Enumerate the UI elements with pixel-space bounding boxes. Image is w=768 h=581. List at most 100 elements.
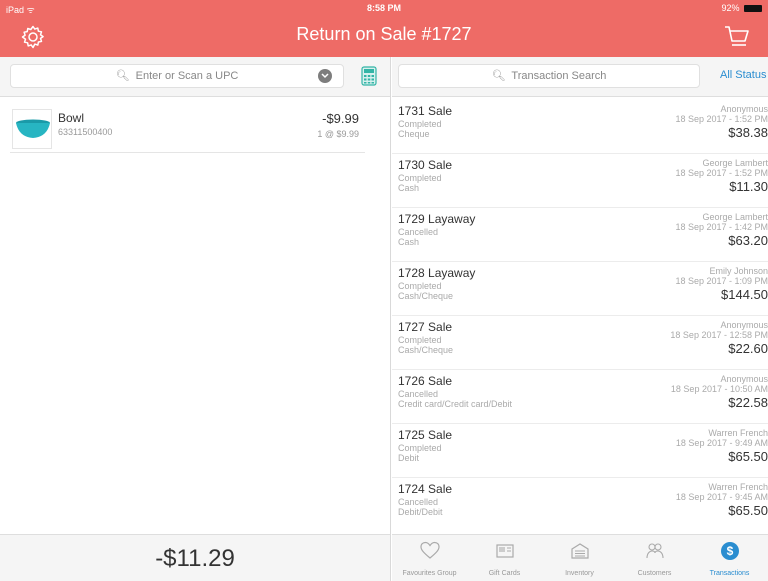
transaction-date: 18 Sep 2017 - 1:52 PM (675, 168, 768, 178)
transaction-row[interactable]: 1728 Layaway Completed Cash/Cheque Emily… (392, 263, 768, 316)
tab-label: Customers (637, 570, 672, 577)
transaction-amount: $63.20 (728, 233, 768, 248)
transaction-status: Completed (398, 173, 442, 183)
transaction-row[interactable]: 1724 Sale Cancelled Debit/Debit Warren F… (392, 479, 768, 529)
transaction-row[interactable]: 1725 Sale Completed Debit Warren French … (392, 425, 768, 478)
transaction-status: Completed (398, 281, 442, 291)
status-filter-button[interactable]: All Status (720, 69, 766, 81)
transaction-customer: Emily Johnson (709, 266, 768, 276)
transaction-payment: Cash/Cheque (398, 345, 454, 355)
tab-inventory[interactable]: Inventory (542, 535, 617, 581)
transaction-row[interactable]: 1726 Sale Cancelled Credit card/Credit c… (392, 371, 768, 424)
upc-options-button[interactable] (318, 69, 332, 83)
transaction-customer: George Lambert (702, 212, 768, 222)
transaction-amount: $65.50 (728, 503, 768, 518)
item-name: Bowl (58, 111, 85, 125)
battery-icon (744, 5, 762, 12)
transaction-row[interactable]: 1730 Sale Completed Cash George Lambert … (392, 155, 768, 208)
transaction-amount: $22.60 (728, 341, 768, 356)
transaction-title: 1731 Sale (398, 104, 453, 118)
page-title: Return on Sale #1727 (296, 24, 472, 44)
battery-percent: 92% (721, 3, 740, 13)
transaction-search-placeholder: Transaction Search (511, 70, 607, 82)
item-price: -$9.99 (322, 111, 359, 126)
transaction-payment: Cash (398, 237, 420, 247)
transaction-title: 1724 Sale (398, 482, 453, 496)
tab-gift-cards[interactable]: Gift Cards (467, 535, 542, 581)
calculator-button[interactable] (361, 66, 377, 86)
transaction-date: 18 Sep 2017 - 1:09 PM (675, 276, 768, 286)
svg-text:$: $ (727, 544, 734, 558)
tab-transactions[interactable]: $ Transactions (692, 535, 767, 581)
transaction-title: 1728 Layaway (398, 266, 476, 280)
transaction-payment: Debit (398, 453, 420, 463)
transaction-payment: Cash (398, 183, 420, 193)
tab-label: Inventory (565, 570, 594, 577)
tab-label: Favourites Group (402, 570, 457, 577)
transaction-customer: Warren French (708, 428, 768, 438)
status-bar: iPad ᯤ 8:58 PM 92% (0, 0, 768, 16)
transaction-amount: $11.30 (729, 179, 768, 194)
transaction-customer: Anonymous (720, 374, 768, 384)
upc-search-bar: 🔍︎ Enter or Scan a UPC (0, 57, 390, 97)
transaction-date: 18 Sep 2017 - 10:50 AM (670, 384, 768, 394)
transaction-customer: Anonymous (720, 104, 768, 114)
transaction-status: Completed (398, 335, 442, 345)
search-icon: 🔍︎ (115, 70, 130, 82)
tab-customers[interactable]: Customers (617, 535, 692, 581)
item-image (12, 109, 52, 149)
transaction-date: 18 Sep 2017 - 9:49 AM (675, 438, 768, 448)
total-amount: -$11.29 (155, 545, 235, 572)
transaction-title: 1727 Sale (398, 320, 453, 334)
transaction-row[interactable]: 1731 Sale Completed Cheque Anonymous 18 … (392, 101, 768, 154)
transaction-date: 18 Sep 2017 - 12:58 PM (670, 330, 768, 340)
transaction-status: Cancelled (398, 227, 439, 237)
cart-icon (725, 26, 749, 46)
cart-item-row[interactable]: Bowl 63311500400 -$9.99 1 @ $9.99 (10, 109, 365, 153)
tab-favourites-group[interactable]: Favourites Group (392, 535, 467, 581)
transaction-payment: Debit/Debit (398, 507, 443, 517)
transaction-status: Completed (398, 443, 442, 453)
transaction-payment: Cash/Cheque (398, 291, 454, 301)
gift-card-icon (496, 544, 514, 558)
transaction-payment: Credit card/Credit card/Debit (398, 399, 513, 409)
transaction-amount: $22.58 (728, 395, 768, 410)
transaction-customer: Warren French (708, 482, 768, 492)
transaction-customer: George Lambert (702, 158, 768, 168)
transaction-status: Completed (398, 119, 442, 129)
transaction-search-bar: 🔍︎ Transaction Search All Status (392, 57, 768, 97)
cart-button[interactable] (724, 25, 750, 49)
transaction-title: 1726 Sale (398, 374, 453, 388)
transaction-payment: Cheque (398, 129, 430, 139)
tab-label: Transactions (709, 570, 750, 577)
transactions-icon: $ (721, 542, 739, 560)
transactions-panel: 🔍︎ Transaction Search All Status 1731 Sa… (392, 57, 768, 581)
item-quantity: 1 @ $9.99 (317, 129, 359, 139)
upc-placeholder: Enter or Scan a UPC (135, 70, 239, 82)
clock: 8:58 PM (366, 3, 401, 13)
transaction-amount: $65.50 (728, 449, 768, 464)
bowl-icon (16, 119, 50, 138)
upc-input[interactable]: 🔍︎ Enter or Scan a UPC (10, 64, 344, 88)
transaction-status: Cancelled (398, 497, 439, 507)
customers-icon (646, 543, 664, 559)
transaction-title: 1730 Sale (398, 158, 453, 172)
inventory-icon (571, 543, 589, 559)
transaction-amount: $144.50 (721, 287, 768, 302)
transaction-date: 18 Sep 2017 - 1:52 PM (675, 114, 768, 124)
transaction-status: Cancelled (398, 389, 439, 399)
transaction-search-input[interactable]: 🔍︎ Transaction Search (398, 64, 700, 88)
transaction-date: 18 Sep 2017 - 1:42 PM (675, 222, 768, 232)
transaction-amount: $38.38 (728, 125, 768, 140)
transaction-date: 18 Sep 2017 - 9:45 AM (675, 492, 768, 502)
search-icon: 🔍︎ (491, 70, 506, 82)
transaction-list[interactable]: 1731 Sale Completed Cheque Anonymous 18 … (392, 101, 768, 529)
total-footer[interactable]: -$11.29 (0, 534, 390, 581)
heart-icon (420, 541, 440, 559)
calculator-icon (361, 66, 377, 86)
transaction-row[interactable]: 1729 Layaway Cancelled Cash George Lambe… (392, 209, 768, 262)
chevron-down-icon (321, 73, 329, 79)
transaction-row[interactable]: 1727 Sale Completed Cash/Cheque Anonymou… (392, 317, 768, 370)
top-header: iPad ᯤ 8:58 PM 92% Return on Sale #1727 (0, 0, 768, 57)
battery-indicator: 92% (721, 3, 762, 13)
